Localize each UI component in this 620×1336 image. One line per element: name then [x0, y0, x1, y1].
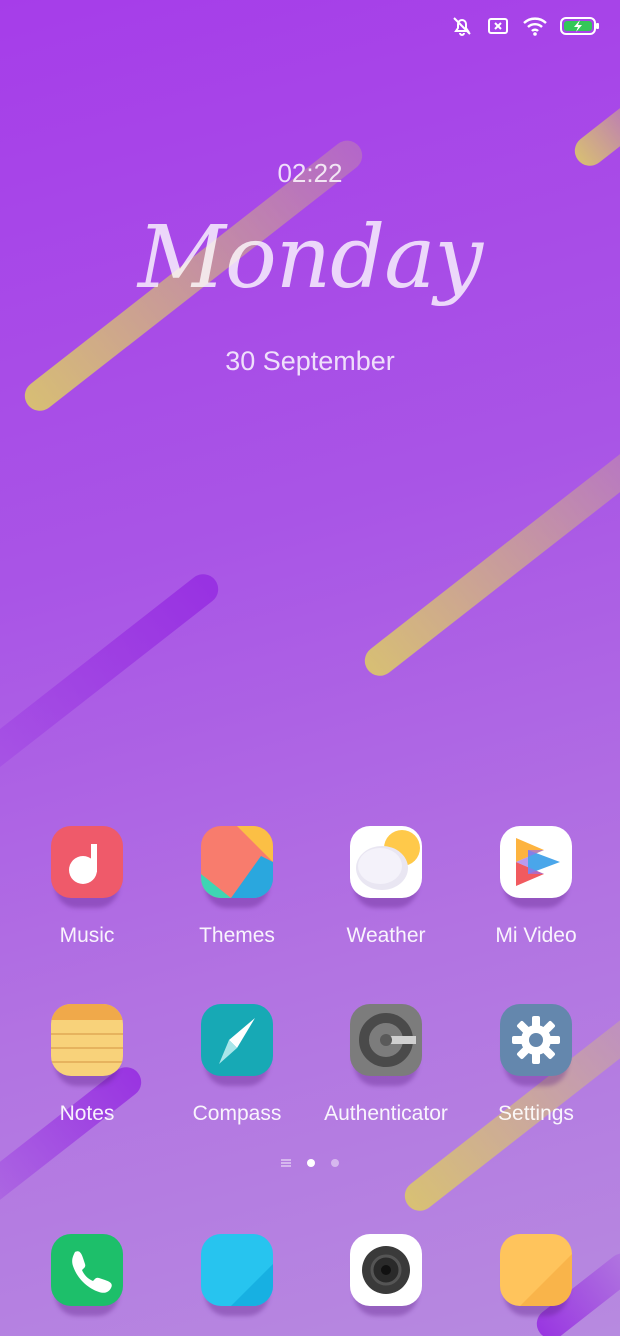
app-notes[interactable]: Notes: [12, 1004, 162, 1126]
camera-icon: [350, 1234, 422, 1306]
app-label: Compass: [192, 1102, 282, 1125]
home-screen: 02:22 Monday 30 September Music Themes W…: [0, 0, 620, 1336]
authenticator-icon: [350, 1004, 422, 1076]
clock-time[interactable]: 02:22: [0, 158, 620, 189]
compass-icon: [201, 1004, 273, 1076]
battery-charging-icon: [560, 16, 600, 36]
app-label: Notes: [59, 1102, 115, 1125]
dock-camera[interactable]: [311, 1234, 461, 1316]
weather-icon: [350, 826, 422, 898]
app-authenticator[interactable]: Authenticator: [311, 1004, 461, 1126]
date-label: 30 September: [225, 346, 395, 376]
messages-icon: [201, 1234, 273, 1306]
music-icon: [51, 826, 123, 898]
dock-folder[interactable]: [461, 1234, 611, 1316]
wallpaper-stroke: [0, 568, 225, 795]
page-indicator[interactable]: [0, 1159, 620, 1167]
sim-off-icon: [486, 14, 510, 38]
page-dot-active[interactable]: [307, 1159, 315, 1167]
app-compass[interactable]: Compass: [162, 1004, 312, 1126]
dock-messages[interactable]: [162, 1234, 312, 1316]
all-pages-icon[interactable]: [281, 1159, 291, 1167]
alarm-off-icon: [450, 14, 474, 38]
mi-video-icon: [500, 826, 572, 898]
app-music[interactable]: Music: [12, 826, 162, 948]
themes-icon: [201, 826, 273, 898]
notes-folder-icon: [500, 1234, 572, 1306]
app-settings[interactable]: Settings: [461, 1004, 611, 1126]
phone-icon: [51, 1234, 123, 1306]
page-dot[interactable]: [331, 1159, 339, 1167]
app-label: Themes: [199, 924, 275, 947]
app-label: Settings: [498, 1102, 574, 1125]
app-themes[interactable]: Themes: [162, 826, 312, 948]
dock-phone[interactable]: [12, 1234, 162, 1316]
app-label: Mi Video: [495, 924, 577, 947]
settings-icon: [500, 1004, 572, 1076]
status-bar: [450, 14, 600, 38]
app-mi-video[interactable]: Mi Video: [461, 826, 611, 948]
app-label: Weather: [346, 924, 426, 947]
wifi-icon: [522, 14, 548, 38]
notes-icon: [51, 1004, 123, 1076]
wallpaper-stroke: [358, 436, 620, 682]
app-label: Authenticator: [324, 1102, 448, 1125]
app-weather[interactable]: Weather: [311, 826, 461, 948]
day-of-week: Monday: [137, 208, 483, 308]
app-label: Music: [59, 924, 115, 947]
